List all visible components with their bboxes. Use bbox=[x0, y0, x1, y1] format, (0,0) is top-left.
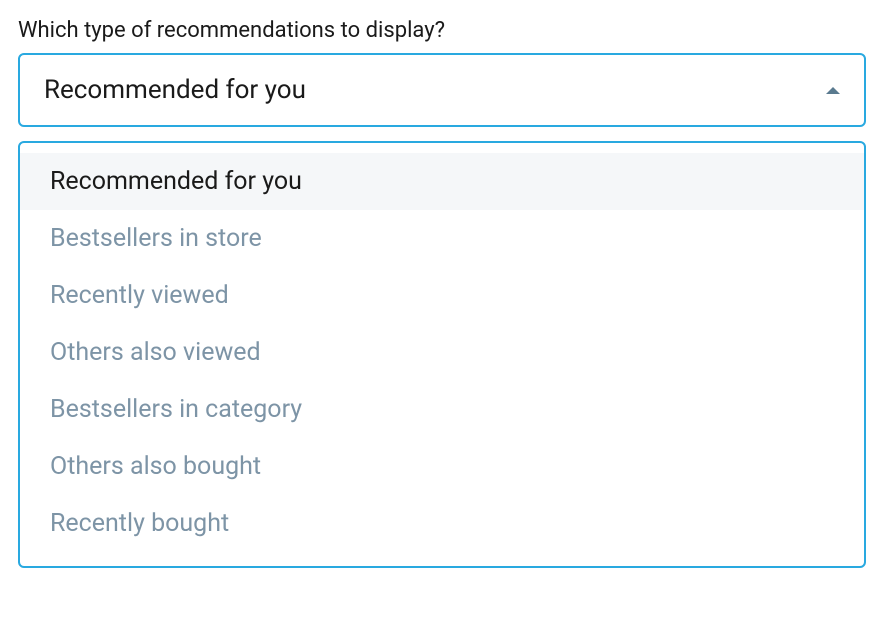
dropdown-option-bestsellers-in-category[interactable]: Bestsellers in category bbox=[20, 381, 864, 438]
caret-up-icon bbox=[826, 87, 840, 94]
dropdown-option-recommended-for-you[interactable]: Recommended for you bbox=[20, 153, 864, 210]
recommendation-type-select[interactable]: Recommended for you bbox=[18, 53, 866, 127]
dropdown-option-bestsellers-in-store[interactable]: Bestsellers in store bbox=[20, 210, 864, 267]
dropdown-option-recently-viewed[interactable]: Recently viewed bbox=[20, 267, 864, 324]
dropdown-option-others-also-viewed[interactable]: Others also viewed bbox=[20, 324, 864, 381]
dropdown-option-recently-bought[interactable]: Recently bought bbox=[20, 495, 864, 552]
select-current-value: Recommended for you bbox=[44, 75, 306, 105]
dropdown-option-others-also-bought[interactable]: Others also bought bbox=[20, 438, 864, 495]
recommendation-type-dropdown: Recommended for you Bestsellers in store… bbox=[18, 141, 866, 568]
field-label: Which type of recommendations to display… bbox=[18, 18, 866, 43]
